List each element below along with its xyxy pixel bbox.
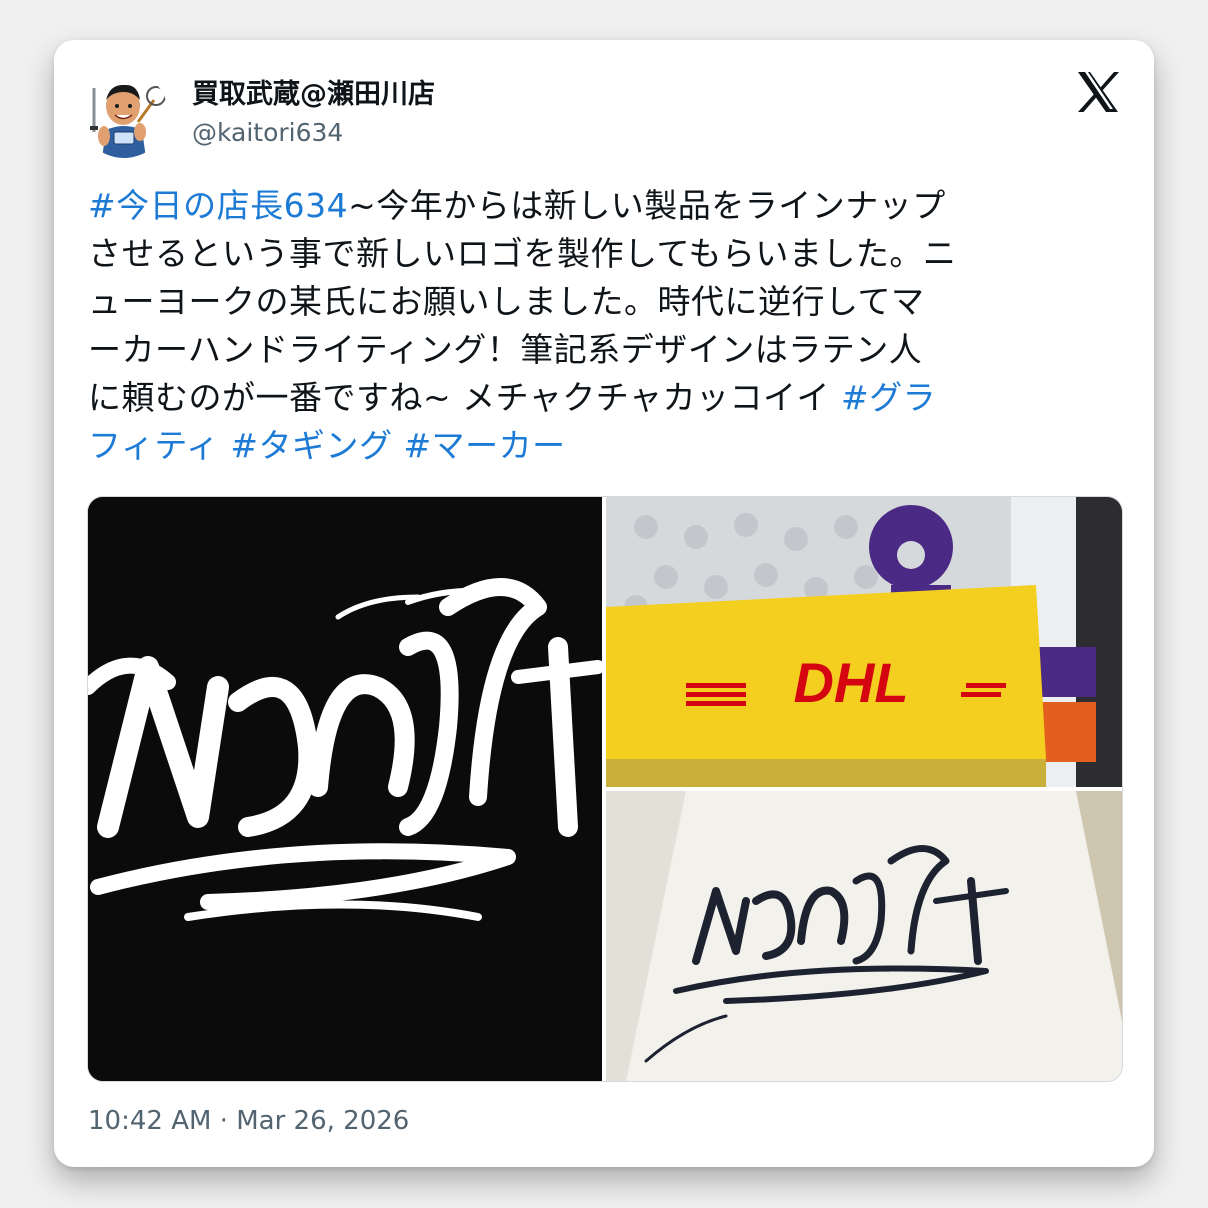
- graffiti-logo-white: [88, 497, 602, 1081]
- hashtag-link[interactable]: #マーカー: [404, 426, 566, 465]
- hashtag-link[interactable]: #グラ: [841, 378, 936, 417]
- tweet-text-segment: ューヨークの某氏にお願いしました。時代に逆行してマ: [88, 282, 925, 321]
- media-image-dhl-package[interactable]: DHL: [606, 497, 1122, 787]
- tweet-text-line: させるという事で新しいロゴを製作してもらいました。ニ: [88, 230, 1098, 278]
- display-name[interactable]: 買取武蔵@瀬田川店: [192, 72, 435, 111]
- handle[interactable]: @kaitori634: [192, 118, 343, 147]
- hashtag-link[interactable]: フィティ: [88, 426, 219, 465]
- tweet-text-segment: させるという事で新しいロゴを製作してもらいました。ニ: [88, 234, 957, 273]
- hashtag-link[interactable]: #タギング: [230, 426, 392, 465]
- tweet-text-line: フィティ #タギング #マーカー: [88, 422, 1098, 470]
- tweet-text: #今日の店長634~今年からは新しい製品をラインナップさせるという事で新しいロゴ…: [88, 182, 1098, 470]
- tweet-text-segment: ~今年からは新しい製品をラインナップ: [348, 186, 946, 225]
- dhl-package-photo: DHL: [606, 497, 1122, 787]
- timestamp[interactable]: 10:42 AM · Mar 26, 2026: [88, 1106, 409, 1136]
- media-image-logo-black[interactable]: [88, 497, 602, 1081]
- tweet-card: 買取武蔵@瀬田川店 @kaitori634 #今日の店長634~今年からは新しい…: [54, 40, 1154, 1167]
- timestamp-separator: ·: [211, 1106, 237, 1136]
- timestamp-date[interactable]: Mar 26, 2026: [236, 1106, 409, 1136]
- dhl-logo-text: DHL: [793, 651, 908, 714]
- media-grid: DHL: [87, 496, 1123, 1082]
- avatar-illustration: [80, 70, 168, 158]
- tweet-text-segment: に頼むのが一番ですね~ メチャクチャカッコイイ: [88, 378, 841, 417]
- x-logo-icon[interactable]: [1074, 68, 1122, 116]
- tweet-text-segment: ーカーハンドライティング！筆記系デザインはラテン人: [88, 330, 923, 369]
- media-image-logo-paper[interactable]: [606, 791, 1122, 1081]
- tweet-text-line: ューヨークの某氏にお願いしました。時代に逆行してマ: [88, 278, 1098, 326]
- tweet-text-line: に頼むのが一番ですね~ メチャクチャカッコイイ #グラ: [88, 374, 1098, 422]
- tweet-text-segment: [219, 426, 230, 465]
- tweet-text-line: ーカーハンドライティング！筆記系デザインはラテン人: [88, 326, 1098, 374]
- tweet-text-segment: [393, 426, 404, 465]
- tweet-text-line: #今日の店長634~今年からは新しい製品をラインナップ: [88, 182, 1098, 230]
- graffiti-logo-on-paper: [606, 791, 1122, 1081]
- timestamp-time[interactable]: 10:42 AM: [88, 1106, 211, 1136]
- hashtag-link[interactable]: #今日の店長634: [88, 186, 348, 225]
- avatar[interactable]: [80, 70, 168, 158]
